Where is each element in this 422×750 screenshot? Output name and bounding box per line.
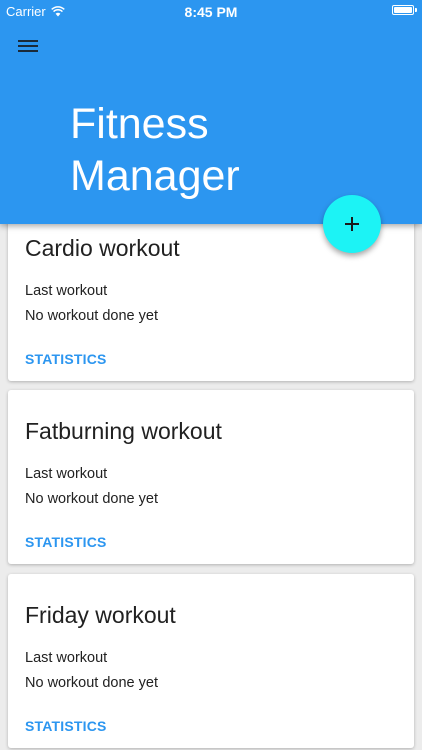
- battery-icon: [392, 5, 417, 15]
- hamburger-menu-icon[interactable]: [18, 38, 40, 56]
- add-workout-button[interactable]: [323, 195, 381, 253]
- status-bar: Carrier 8:45 PM: [0, 0, 422, 22]
- app-screen: Cardio workout Last workout No workout d…: [0, 0, 422, 750]
- workout-card-fatburning[interactable]: Fatburning workout Last workout No worko…: [8, 390, 414, 564]
- statistics-button[interactable]: STATISTICS: [25, 351, 107, 367]
- statistics-button[interactable]: STATISTICS: [25, 718, 107, 734]
- app-title-line2: Manager: [70, 152, 240, 200]
- last-workout-label: Last workout: [25, 283, 108, 299]
- app-title-line1: Fitness: [70, 100, 209, 148]
- workout-card-friday[interactable]: Friday workout Last workout No workout d…: [8, 574, 414, 748]
- app-header: Fitness Manager: [0, 0, 422, 224]
- last-workout-value: No workout done yet: [25, 675, 158, 691]
- plus-icon: [345, 217, 359, 231]
- card-title: Cardio workout: [25, 235, 180, 261]
- card-title: Fatburning workout: [25, 418, 222, 444]
- app-title: Fitness Manager: [70, 98, 370, 202]
- last-workout-label: Last workout: [25, 650, 108, 666]
- statistics-button[interactable]: STATISTICS: [25, 534, 107, 550]
- last-workout-value: No workout done yet: [25, 308, 158, 324]
- last-workout-value: No workout done yet: [25, 491, 158, 507]
- card-title: Friday workout: [25, 602, 176, 628]
- clock-time: 8:45 PM: [184, 4, 238, 20]
- last-workout-label: Last workout: [25, 466, 108, 482]
